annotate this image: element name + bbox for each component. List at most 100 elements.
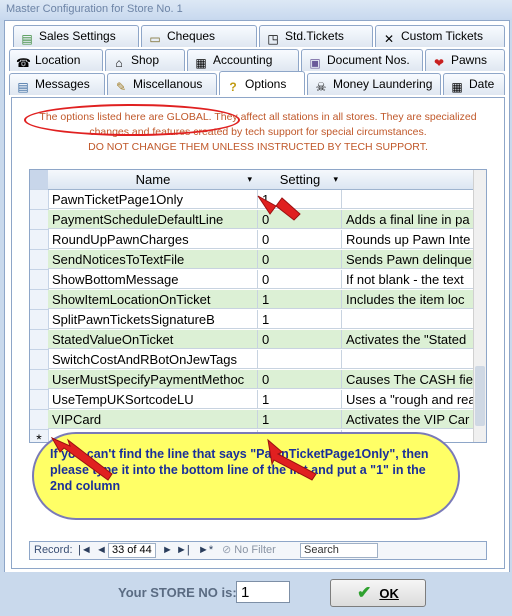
row-selector[interactable] [30,230,49,250]
first-record-button[interactable]: |◄ [78,542,92,559]
tab-std-tickets[interactable]: ◳ Std.Tickets [259,25,373,47]
cell-name[interactable]: SendNoticesToTextFile [48,250,258,269]
cell-setting[interactable] [258,350,342,369]
new-row-marker: * [30,430,49,442]
row-selector[interactable] [30,370,49,390]
next-record-button[interactable]: ► [162,542,173,559]
cell-description[interactable]: Causes The CASH fiel [342,370,474,389]
cell-description[interactable] [342,190,474,209]
row-selector[interactable] [30,350,49,370]
row-selector[interactable] [30,190,49,210]
new-record-button[interactable]: ►* [198,542,213,559]
tab-cheques[interactable]: ▭ Cheques [141,25,257,47]
cell-description[interactable]: If not blank - the text [342,270,474,289]
tab-money-laundering[interactable]: ☠ Money Laundering [307,73,441,95]
cell-setting[interactable]: 0 [258,330,342,349]
cell-description[interactable]: Adds a final line in pa [342,210,474,229]
phone-icon: ☎ [16,56,31,70]
filter-funnel-icon: ⊘ [222,544,232,556]
cell-description[interactable]: Uses a "rough and rea [342,390,474,409]
cell-setting[interactable]: 0 [258,370,342,389]
scrollbar-thumb[interactable] [475,366,485,426]
table-row[interactable]: ShowItemLocationOnTicket 1 Includes the it… [30,290,474,310]
cell-setting[interactable]: 1 [258,390,342,409]
tab-custom-tickets[interactable]: ✕ Custom Tickets [375,25,505,47]
table-row[interactable]: VIPCard 1 Activates the VIP Car [30,410,474,430]
cell-setting[interactable]: 0 [258,270,342,289]
table-row[interactable]: SplitPawnTicketsSignatureB 1 [30,310,474,330]
cell-name[interactable]: RoundUpPawnCharges [48,230,258,249]
prev-record-button[interactable]: ◄ [96,542,107,559]
tab-sales-settings[interactable]: ▤ Sales Settings [13,25,139,47]
cell-name[interactable]: ShowItemLocationOnTicket [48,290,258,309]
column-header-name[interactable]: Name ▾ [48,170,259,190]
cell-description[interactable]: Sends Pawn delinque [342,250,474,269]
tab-date[interactable]: ▦ Date [443,73,505,95]
tab-miscellanous[interactable]: ✎ Miscellanous [107,73,217,95]
cell-description[interactable]: Activates the "Stated [342,330,474,349]
tab-location[interactable]: ☎ Location [9,49,103,71]
cell-setting[interactable]: 1 [258,310,342,329]
cell-description[interactable]: Includes the item loc [342,290,474,309]
cell-description[interactable]: Activates the VIP Car [342,410,474,429]
column-header-setting[interactable]: Setting ▾ [258,170,343,190]
last-record-button[interactable]: ►| [176,542,190,559]
checkmark-icon: ✔ [357,583,372,602]
cell-setting[interactable]: 1 [258,290,342,309]
tab-accounting[interactable]: ▦ Accounting [187,49,299,71]
search-box[interactable]: Search [300,543,378,558]
store-number-label: Your STORE NO is: [118,585,237,600]
tab-pawns[interactable]: ❤ Pawns [425,49,505,71]
tab-options[interactable]: ? Options [219,71,305,95]
cell-description[interactable] [342,310,474,329]
title-bar: Master Configuration for Store No. 1 [0,0,512,20]
cell-name[interactable]: StatedValueOnTicket [48,330,258,349]
column-header-description[interactable] [342,170,475,190]
row-selector[interactable] [30,390,49,410]
grid-vertical-scrollbar[interactable] [473,170,486,442]
store-number-input[interactable]: 1 [236,581,290,603]
cell-setting[interactable]: 1 [258,410,342,429]
cell-setting[interactable]: 0 [258,250,342,269]
cell-name[interactable]: PawnTicketPage1Only [48,190,258,209]
options-grid: Name ▾ Setting ▾ PawnTicketPage1Only 1 Pay… [29,169,487,443]
cell-name[interactable]: PaymentScheduleDefaultLine [48,210,258,229]
cell-name[interactable]: SplitPawnTicketsSignatureB [48,310,258,329]
row-selector[interactable] [30,250,49,270]
row-selector[interactable] [30,310,49,330]
row-selector[interactable] [30,210,49,230]
table-row[interactable]: SendNoticesToTextFile 0 Sends Pawn delinqu… [30,250,474,270]
table-row[interactable]: RoundUpPawnCharges 0 Rounds up Pawn Inte [30,230,474,250]
cell-description[interactable]: Rounds up Pawn Inte [342,230,474,249]
row-selector[interactable] [30,410,49,430]
no-filter-button[interactable]: ⊘ No Filter [222,542,276,559]
skull-icon: ☠ [315,80,327,94]
row-selector[interactable] [30,270,49,290]
table-row[interactable]: StatedValueOnTicket 0 Activates the "State… [30,330,474,350]
table-row[interactable]: UseTempUKSortcodeLU 1 Uses a "rough and re… [30,390,474,410]
cell-name[interactable]: UserMustSpecifyPaymentMethoc [48,370,258,389]
row-selector[interactable] [30,290,49,310]
table-row[interactable]: ShowBottomMessage 0 If not blank - the tex… [30,270,474,290]
table-row[interactable]: UserMustSpecifyPaymentMethoc 0 Causes The … [30,370,474,390]
cell-name[interactable]: UseTempUKSortcodeLU [48,390,258,409]
cell-setting[interactable]: 0 [258,230,342,249]
select-all-cell[interactable] [30,170,49,190]
table-row[interactable]: PaymentScheduleDefaultLine 0 Adds a final … [30,210,474,230]
cell-setting[interactable]: 1 [258,190,342,209]
cell-name[interactable]: SwitchCostAndRBotOnJewTags [48,350,258,369]
tab-messages[interactable]: ▤ Messages [9,73,105,95]
cell-setting[interactable]: 0 [258,210,342,229]
table-row[interactable]: PawnTicketPage1Only 1 [30,190,474,210]
cell-description[interactable] [342,350,474,369]
record-label: Record: [34,544,73,556]
sort-icon: ▾ [247,174,252,184]
table-row[interactable]: SwitchCostAndRBotOnJewTags [30,350,474,370]
record-position-field[interactable]: 33 of 44 [108,543,156,558]
cell-name[interactable]: ShowBottomMessage [48,270,258,289]
cell-name[interactable]: VIPCard [48,410,258,429]
tab-document-nos[interactable]: ▣ Document Nos. [301,49,423,71]
row-selector[interactable] [30,330,49,350]
ok-button[interactable]: ✔ OK [330,579,426,607]
tab-shop[interactable]: ⌂ Shop [105,49,185,71]
